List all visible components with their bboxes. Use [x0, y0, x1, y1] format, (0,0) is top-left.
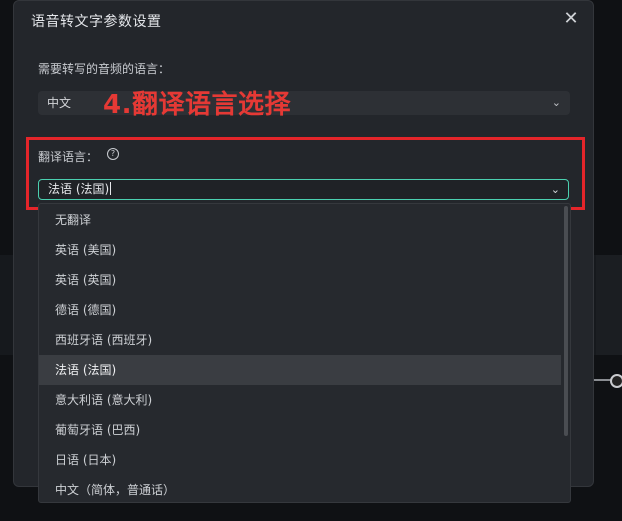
annotation-label: 4.翻译语言选择 [103, 90, 291, 120]
background-side-panel [596, 255, 622, 355]
dropdown-item-french[interactable]: 法语 (法国) [39, 355, 561, 385]
dropdown-item-english-us[interactable]: 英语 (美国) [39, 235, 561, 265]
text-caret [110, 182, 112, 195]
dropdown-item-no-translation[interactable]: 无翻译 [39, 205, 561, 235]
translate-language-label: 翻译语言： [38, 150, 99, 164]
dropdown-item-german[interactable]: 德语 (德国) [39, 295, 561, 325]
chevron-down-icon: ⌄ [550, 183, 560, 196]
dropdown-item-chinese-mandarin[interactable]: 中文（简体，普通话） [39, 475, 561, 502]
dropdown-item-italian[interactable]: 意大利语 (意大利) [39, 385, 561, 415]
audio-language-label: 需要转写的音频的语言： [38, 62, 171, 76]
audio-language-value: 中文 [47, 96, 72, 110]
dropdown-item-english-uk[interactable]: 英语 (英国) [39, 265, 561, 295]
dropdown-item-spanish[interactable]: 西班牙语 (西班牙) [39, 325, 561, 355]
chevron-down-icon: ⌄ [551, 96, 561, 109]
close-icon: ✕ [563, 8, 579, 29]
help-icon[interactable]: ? [107, 148, 119, 160]
background-slider-knob [610, 374, 622, 388]
translate-language-select[interactable]: 法语 (法国) ⌄ [38, 179, 569, 200]
translate-language-value: 法语 (法国) [48, 182, 110, 196]
dialog-title: 语音转文字参数设置 [31, 14, 162, 30]
dropdown-item-japanese[interactable]: 日语 (日本) [39, 445, 561, 475]
dropdown-scrollbar[interactable] [564, 206, 568, 436]
translate-language-dropdown: 无翻译 英语 (美国) 英语 (英国) 德语 (德国) 西班牙语 (西班牙) 法… [38, 203, 571, 503]
close-button[interactable]: ✕ [561, 9, 581, 29]
dropdown-item-portuguese[interactable]: 葡萄牙语 (巴西) [39, 415, 561, 445]
